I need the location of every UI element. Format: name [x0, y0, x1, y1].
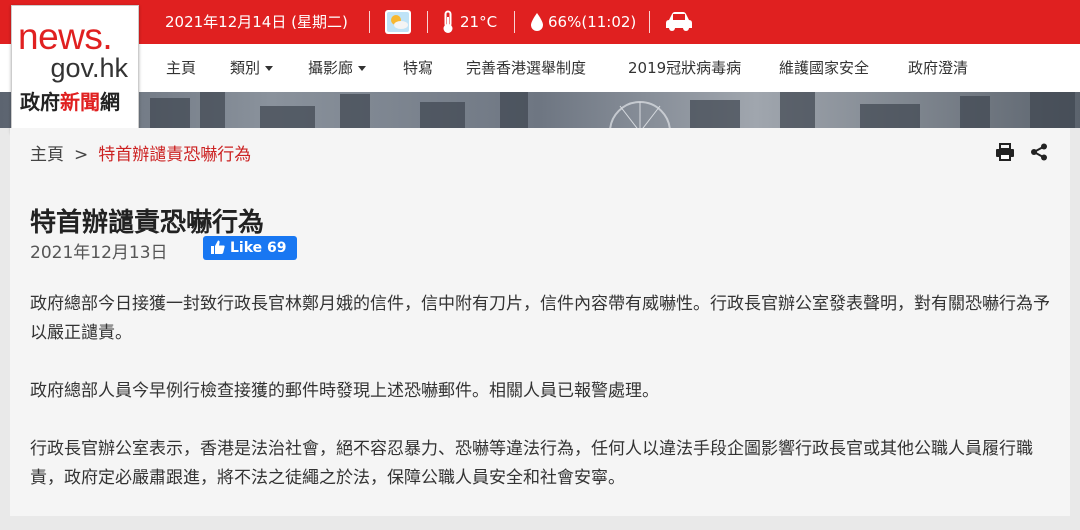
share-icon[interactable] [1030, 143, 1048, 165]
breadcrumb-separator: > [74, 145, 89, 165]
top-info-bar: 2021年12月14日 (星期二) 21°C 66%(11:02) [0, 0, 1080, 44]
nav-electoral-system[interactable]: 完善香港選舉制度 [466, 44, 586, 92]
article-title: 特首辦譴責恐嚇行為 [30, 208, 265, 238]
article-date: 2021年12月13日 [30, 243, 168, 263]
nav-clarifications[interactable]: 政府澄清 [908, 44, 968, 92]
thumbs-up-icon [211, 240, 225, 254]
divider [427, 11, 428, 33]
temperature: 21°C [460, 13, 498, 31]
logo-domain: gov.hk [50, 53, 128, 83]
article-tools [995, 143, 1048, 165]
main-navigation: 主頁 類別 攝影廊 特寫 完善香港選舉制度 2019冠狀病毒病 維護國家安全 政… [0, 44, 1080, 93]
logo-news: news. [18, 16, 113, 57]
nav-categories[interactable]: 類別 [230, 44, 274, 92]
nav-categories-label: 類別 [230, 59, 261, 77]
chevron-down-icon [265, 66, 274, 71]
article-content: 主頁 > 特首辦譴責恐嚇行為 特首辦譴責恐嚇行為 2021年12月13日 Like … [10, 128, 1070, 516]
thermometer-icon [441, 10, 455, 34]
breadcrumb-current: 特首辦譴責恐嚇行為 [98, 145, 252, 165]
logo-site-name-part2: 新聞 [60, 90, 100, 114]
article-paragraph: 行政長官辦公室表示，香港是法治社會，絕不容忍暴力、恐嚇等違法行為，任何人以違法手… [30, 439, 1033, 488]
nav-gallery-label: 攝影廊 [308, 59, 354, 77]
nav-covid19[interactable]: 2019冠狀病毒病 [628, 44, 741, 92]
nav-gallery[interactable]: 攝影廊 [308, 44, 367, 92]
logo-site-name-part3: 網 [100, 90, 120, 114]
chevron-down-icon [358, 66, 367, 71]
breadcrumb-home[interactable]: 主頁 [30, 145, 64, 165]
humidity-drop-icon [530, 12, 544, 32]
divider [649, 11, 650, 33]
logo-site-name-part1: 政府 [20, 90, 60, 114]
divider [514, 11, 515, 33]
print-icon[interactable] [995, 143, 1015, 165]
nav-home[interactable]: 主頁 [166, 44, 196, 92]
facebook-like-button[interactable]: Like 69 [203, 236, 297, 260]
sunny-cloud-icon[interactable] [384, 9, 412, 35]
divider [369, 11, 370, 33]
nav-national-security[interactable]: 維護國家安全 [779, 44, 869, 92]
logo-site-name: 政府新聞網 [20, 90, 120, 114]
article-paragraph: 政府總部人員今早例行檢查接獲的郵件時發現上述恐嚇郵件。相關人員已報警處理。 [30, 381, 659, 401]
nav-features[interactable]: 特寫 [403, 44, 433, 92]
current-date: 2021年12月14日 (星期二) [165, 13, 348, 31]
site-logo[interactable]: news. gov.hk 政府新聞網 [11, 5, 139, 133]
humidity: 66%(11:02) [548, 13, 637, 31]
city-skyline-banner [0, 92, 1080, 128]
like-count-label: Like 69 [230, 240, 287, 256]
car-icon[interactable] [664, 11, 694, 33]
breadcrumb: 主頁 > 特首辦譴責恐嚇行為 [30, 140, 251, 165]
article-paragraph: 政府總部今日接獲一封致行政長官林鄭月娥的信件，信中附有刀片，信件內容帶有威嚇性。… [30, 294, 1050, 343]
